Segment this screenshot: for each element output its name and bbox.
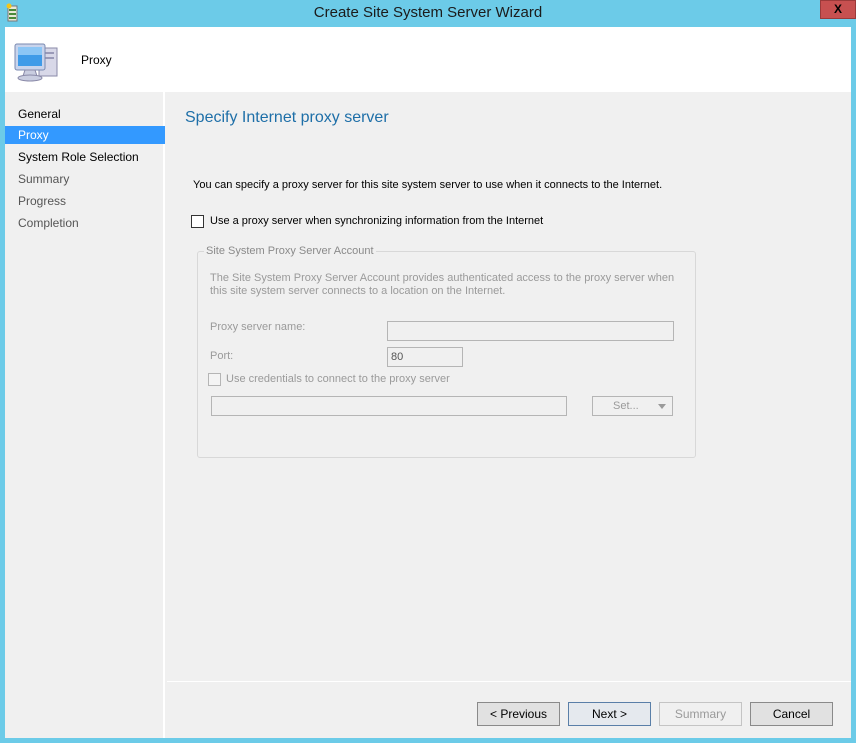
- proxy-server-name-label: Proxy server name:: [210, 321, 306, 333]
- sidebar-item-system-role-selection[interactable]: System Role Selection: [5, 148, 165, 166]
- groupbox-description: The Site System Proxy Server Account pro…: [210, 272, 675, 297]
- wizard-header: Proxy: [5, 27, 851, 92]
- set-button-label: Set...: [613, 400, 639, 412]
- title-bar: Create Site System Server Wizard X: [0, 0, 856, 27]
- port-input[interactable]: 80: [387, 347, 463, 367]
- proxy-account-input[interactable]: [211, 396, 567, 416]
- port-label: Port:: [210, 350, 234, 362]
- close-button[interactable]: X: [820, 0, 856, 19]
- summary-button[interactable]: Summary: [659, 702, 742, 726]
- wizard-steps-sidebar: General Proxy System Role Selection Summ…: [5, 92, 165, 738]
- sidebar-item-proxy[interactable]: Proxy: [5, 126, 165, 144]
- use-proxy-checkbox[interactable]: [191, 215, 204, 228]
- footer-divider: [167, 681, 851, 682]
- wizard-page: Specify Internet proxy server You can sp…: [167, 92, 851, 738]
- sidebar-item-summary[interactable]: Summary: [5, 170, 165, 188]
- use-proxy-checkbox-label[interactable]: Use a proxy server when synchronizing in…: [210, 215, 543, 227]
- proxy-server-name-input[interactable]: [387, 321, 674, 341]
- sidebar-item-general[interactable]: General: [5, 105, 165, 123]
- next-button[interactable]: Next >: [568, 702, 651, 726]
- set-account-dropdown-button[interactable]: Set...: [592, 396, 673, 416]
- window-title: Create Site System Server Wizard: [313, 4, 543, 21]
- use-credentials-checkbox[interactable]: [208, 373, 221, 386]
- sidebar-item-progress[interactable]: Progress: [5, 192, 165, 210]
- previous-button[interactable]: < Previous: [477, 702, 560, 726]
- cancel-button[interactable]: Cancel: [750, 702, 833, 726]
- page-description: You can specify a proxy server for this …: [193, 179, 663, 191]
- use-credentials-checkbox-label[interactable]: Use credentials to connect to the proxy …: [226, 373, 450, 385]
- page-title: Specify Internet proxy server: [185, 109, 389, 126]
- dropdown-arrow-icon: [658, 404, 666, 409]
- computer-icon: [14, 43, 58, 82]
- header-title: Proxy: [81, 53, 112, 67]
- wizard-client-area: Proxy General Proxy System Role Selectio…: [5, 27, 851, 738]
- groupbox-legend: Site System Proxy Server Account: [204, 245, 376, 257]
- sidebar-item-completion[interactable]: Completion: [5, 214, 165, 232]
